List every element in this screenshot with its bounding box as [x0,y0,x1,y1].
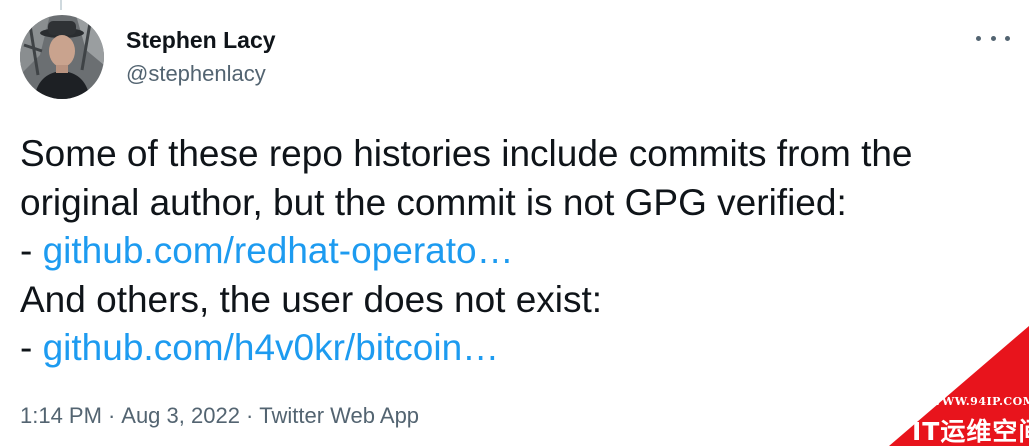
tweet-detail: Stephen Lacy @stephenlacy Some of these … [0,0,1029,446]
meta-separator: · [107,403,116,428]
more-dot [1005,35,1010,41]
thread-connector-line [60,0,62,10]
profile-photo-icon [20,15,104,99]
more-dot [976,35,981,41]
meta-separator: · [245,403,254,428]
tweet-meta: 1:14 PM · Aug 3, 2022 · Twitter Web App [20,402,419,430]
more-dot [990,35,996,41]
repo-link-bitcoin[interactable]: github.com/h4v0kr/bitcoin… [43,327,500,368]
tweet-line: And others, the user does not exist: [20,278,603,320]
author-handle[interactable]: @stephenlacy [126,60,266,88]
tweet-link-line: - github.com/redhat-operato… [20,227,1020,276]
tweet-line: original author, but the commit is not G… [20,181,847,223]
watermark-url: WWW.94IP.COM [929,395,1029,408]
watermark: WWW.94IP.COM IT运维空间 [829,326,1029,446]
bullet-prefix: - [20,327,43,368]
bullet-prefix: - [20,230,43,271]
more-icon[interactable] [976,26,1010,50]
tweet-line: Some of these repo histories include com… [20,133,913,174]
avatar[interactable] [20,15,104,99]
repo-link-redhat[interactable]: github.com/redhat-operato… [43,230,514,271]
author-name[interactable]: Stephen Lacy [126,26,276,54]
tweet-source[interactable]: Twitter Web App [259,403,419,428]
tweet-date[interactable]: Aug 3, 2022 [121,403,240,428]
tweet-time[interactable]: 1:14 PM [20,403,102,428]
watermark-brand: IT运维空间 [912,417,1029,446]
